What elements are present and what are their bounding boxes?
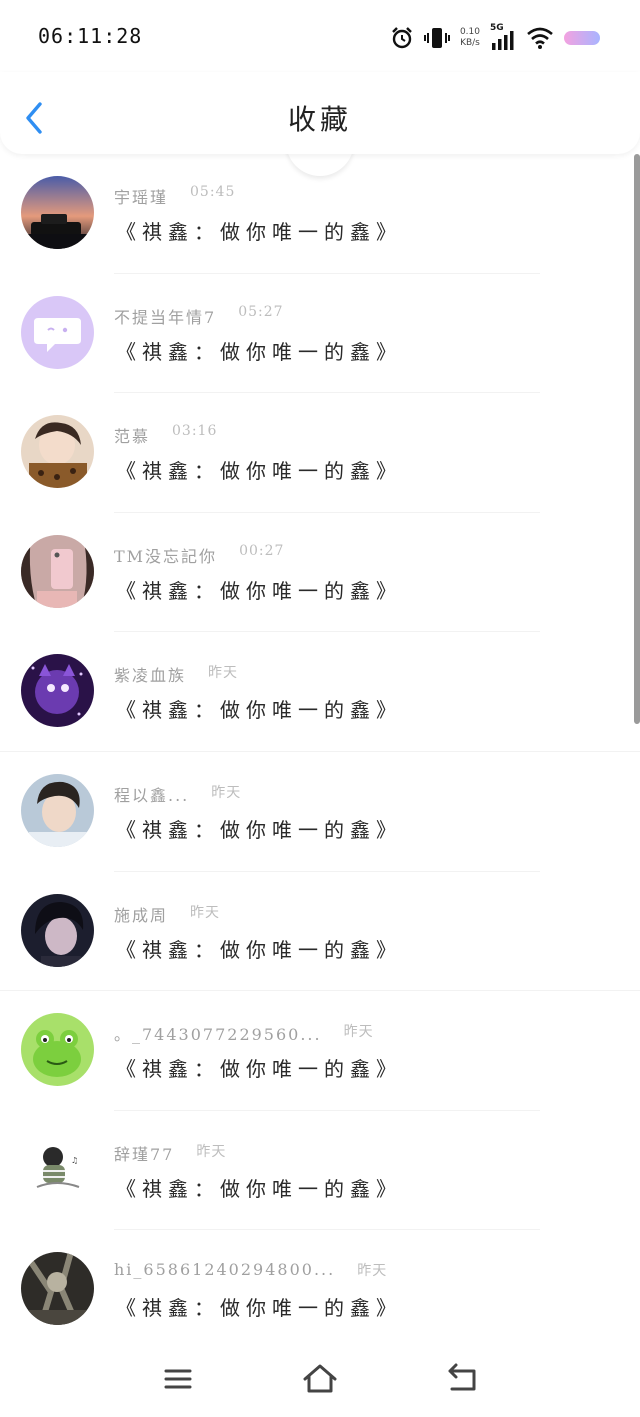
sender-name: TM没忘記你 [114, 546, 218, 566]
message-text: 《祺鑫：做你唯一的鑫》 [116, 220, 402, 244]
avatar [21, 295, 94, 369]
avatar: ♫ [21, 1132, 94, 1206]
message-text: 《祺鑫：做你唯一的鑫》 [116, 459, 402, 484]
avatar [21, 893, 94, 967]
message-text: 《祺鑫：做你唯一的鑫》 [116, 578, 402, 603]
timestamp: 昨天 [343, 1024, 374, 1041]
timestamp: 昨天 [190, 904, 221, 921]
status-time: 06:11:28 [38, 24, 143, 48]
item-meta: 。_7443077229560... 昨天 [114, 1021, 374, 1045]
list-item[interactable]: 。_7443077229560... 昨天 《祺鑫：做你唯一的鑫》 [0, 991, 640, 1111]
sender-name: 辞瑾77 [114, 1144, 175, 1164]
wifi-icon [527, 27, 553, 49]
status-bar: 06:11:28 0.10 KB/s 5G [0, 0, 640, 72]
item-meta: hi_65861240294800... 昨天 [114, 1260, 387, 1280]
vibrate-icon [423, 28, 450, 48]
timestamp: 昨天 [357, 1263, 388, 1280]
avatar [21, 773, 94, 847]
message-text: 《祺鑫：做你唯一的鑫》 [116, 1296, 402, 1321]
page-title: 收藏 [287, 103, 352, 136]
menu-icon [164, 1369, 192, 1389]
item-meta: 施成周 昨天 [114, 902, 220, 926]
net-speed-unit: KB/s [460, 38, 480, 48]
signal-icon [492, 31, 514, 50]
item-meta: TM没忘記你 00:27 [114, 543, 284, 567]
timestamp: 昨天 [211, 784, 242, 801]
battery-icon [564, 31, 600, 45]
item-meta: 不提当年情7 05:27 [114, 304, 284, 328]
sender-name: 程以鑫... [114, 785, 190, 805]
system-nav-bar [0, 1345, 640, 1417]
list-item[interactable]: 范慕 03:16 《祺鑫：做你唯一的鑫》 [0, 393, 640, 513]
message-text: 《祺鑫：做你唯一的鑫》 [116, 339, 402, 364]
item-meta: 宇瑶瑾 05:45 [114, 184, 235, 208]
net-speed: 0.10 KB/s [460, 27, 480, 49]
timestamp: 00:27 [239, 542, 285, 559]
sender-name: 不提当年情7 [114, 307, 217, 327]
alarm-icon [392, 27, 412, 49]
signal-indicator: 5G [490, 23, 516, 51]
net-speed-value: 0.10 [459, 27, 480, 37]
message-text: 《祺鑫：做你唯一的鑫》 [116, 1176, 402, 1201]
avatar [21, 415, 94, 489]
list-item[interactable]: 不提当年情7 05:27 《祺鑫：做你唯一的鑫》 [0, 274, 640, 394]
list-item[interactable]: TM没忘記你 00:27 《祺鑫：做你唯一的鑫》 [0, 513, 640, 633]
status-icons: 0.10 KB/s 5G [390, 22, 600, 54]
list-item[interactable]: ♫ 辞瑾77 昨天 《祺鑫：做你唯一的鑫》 [0, 1111, 640, 1231]
item-meta: 程以鑫... 昨天 [114, 782, 241, 806]
item-meta: 紫凌血族 昨天 [114, 662, 238, 686]
svg-text:♫: ♫ [71, 1156, 78, 1165]
return-button[interactable] [442, 1361, 482, 1397]
sender-name: 宇瑶瑾 [114, 188, 169, 207]
message-text: 《祺鑫：做你唯一的鑫》 [116, 1057, 402, 1082]
avatar [21, 534, 94, 608]
menu-button[interactable] [158, 1361, 198, 1397]
timestamp: 03:16 [172, 423, 218, 440]
item-meta: 范慕 03:16 [114, 423, 217, 447]
sender-name: 施成周 [114, 905, 169, 925]
message-text: 《祺鑫：做你唯一的鑫》 [116, 698, 402, 723]
sender-name: 。_7443077229560... [114, 1025, 322, 1045]
scrollbar[interactable] [634, 154, 640, 724]
timestamp: 05:27 [238, 303, 284, 320]
home-icon [303, 1364, 337, 1393]
timestamp: 昨天 [208, 665, 239, 682]
item-meta: 辞瑾77 昨天 [114, 1141, 226, 1165]
avatar [21, 654, 94, 728]
header: 收藏 [0, 72, 640, 154]
return-icon [448, 1363, 476, 1391]
timestamp: 05:45 [190, 184, 236, 200]
avatar [21, 1252, 94, 1326]
list-item[interactable]: 紫凌血族 昨天 《祺鑫：做你唯一的鑫》 [0, 632, 640, 752]
sender-name: 范慕 [114, 427, 151, 447]
timestamp: 昨天 [196, 1143, 227, 1160]
list-item[interactable]: hi_65861240294800... 昨天 《祺鑫：做你唯一的鑫》 [0, 1230, 640, 1350]
avatar [21, 1013, 94, 1087]
sender-name: 紫凌血族 [114, 666, 187, 686]
home-button[interactable] [300, 1361, 340, 1397]
avatar [21, 176, 94, 249]
list-item[interactable]: 程以鑫... 昨天 《祺鑫：做你唯一的鑫》 [0, 752, 640, 872]
favorites-list: 宇瑶瑾 05:45 《祺鑫：做你唯一的鑫》 不提当年情7 05:27 《祺鑫：做… [0, 154, 640, 1350]
list-item[interactable]: 施成周 昨天 《祺鑫：做你唯一的鑫》 [0, 872, 640, 992]
message-text: 《祺鑫：做你唯一的鑫》 [116, 817, 402, 842]
message-text: 《祺鑫：做你唯一的鑫》 [116, 937, 402, 962]
sender-name: hi_65861240294800... [114, 1260, 336, 1280]
